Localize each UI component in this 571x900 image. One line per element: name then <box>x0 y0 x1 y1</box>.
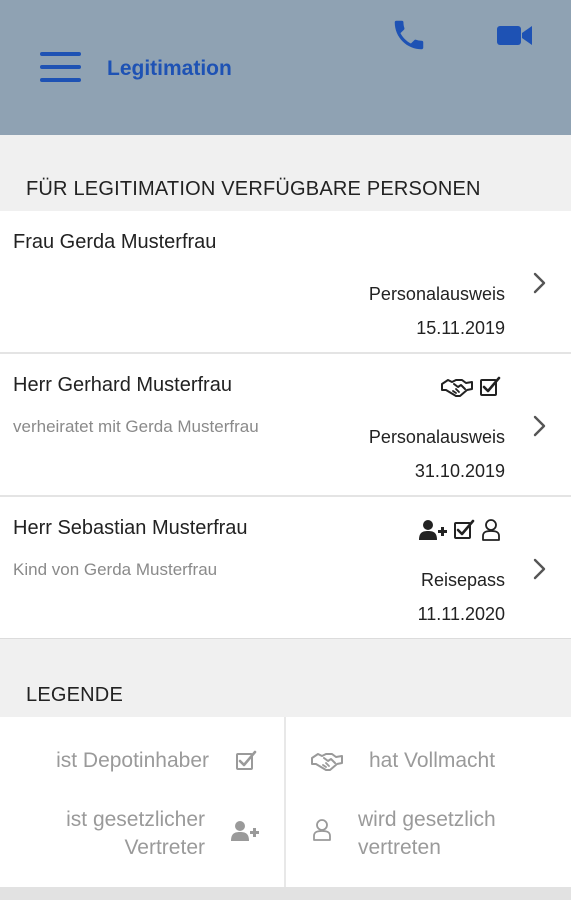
role-icons <box>441 374 501 400</box>
legend-label-line: vertreten <box>358 836 441 859</box>
list-item[interactable]: Frau Gerda Musterfrau Personalausweis 15… <box>0 211 571 354</box>
checkbox-icon <box>235 750 257 772</box>
person-relation: verheiratet mit Gerda Musterfrau <box>13 417 259 436</box>
document-type: Personalausweis <box>368 284 505 304</box>
user-outline-icon <box>481 518 501 542</box>
chevron-right-icon <box>533 558 546 580</box>
checkbox-icon <box>453 519 475 541</box>
legend-title: LEGENDE <box>26 684 123 706</box>
chevron-right-icon <box>533 415 546 437</box>
document-type: Personalausweis <box>368 427 505 447</box>
legend-label-line: wird gesetzlich <box>358 808 496 831</box>
persons-section-title: FÜR LEGITIMATION VERFÜGBARE PERSONEN <box>26 178 481 200</box>
legend: ist Depotinhaber ist gesetzlicher Vertre… <box>0 717 571 887</box>
legend-label-line: Vertreter <box>124 836 205 859</box>
person-name: Herr Sebastian Musterfrau <box>13 517 248 539</box>
person-name: Frau Gerda Musterfrau <box>13 231 217 253</box>
user-plus-icon <box>419 519 447 541</box>
list-item[interactable]: Herr Sebastian Musterfrau Kind von Gerda… <box>0 497 571 639</box>
handshake-icon <box>441 376 473 398</box>
legend-divider <box>284 717 286 887</box>
person-name: Herr Gerhard Musterfrau <box>13 374 232 396</box>
role-icons <box>419 517 501 543</box>
document-date: 15.11.2019 <box>416 318 505 338</box>
page-title: Legitimation <box>107 57 232 80</box>
person-relation: Kind von Gerda Musterfrau <box>13 560 218 579</box>
checkbox-icon <box>479 376 501 398</box>
video-camera-icon[interactable] <box>496 22 534 50</box>
phone-icon[interactable] <box>389 16 429 54</box>
legend-label-vertreter: ist gesetzlicher Vertreter <box>66 806 205 862</box>
legend-label-depotinhaber: ist Depotinhaber <box>56 749 209 772</box>
app-header: Legitimation <box>0 0 571 135</box>
handshake-icon <box>311 750 343 772</box>
document-date: 31.10.2019 <box>414 461 505 481</box>
document-date: 11.11.2020 <box>417 604 505 624</box>
user-plus-icon <box>231 820 259 842</box>
persons-list: Frau Gerda Musterfrau Personalausweis 15… <box>0 211 571 639</box>
list-item[interactable]: Herr Gerhard Musterfrau verheiratet mit … <box>0 354 571 497</box>
bottom-divider <box>0 887 571 900</box>
hamburger-menu-icon[interactable] <box>40 52 82 84</box>
user-outline-icon <box>312 818 332 842</box>
legend-label-line: ist gesetzlicher <box>66 808 205 831</box>
legend-label-vertreten: wird gesetzlich vertreten <box>358 806 496 862</box>
chevron-right-icon <box>533 272 546 294</box>
legend-label-vollmacht: hat Vollmacht <box>369 749 496 772</box>
document-type: Reisepass <box>420 570 505 590</box>
